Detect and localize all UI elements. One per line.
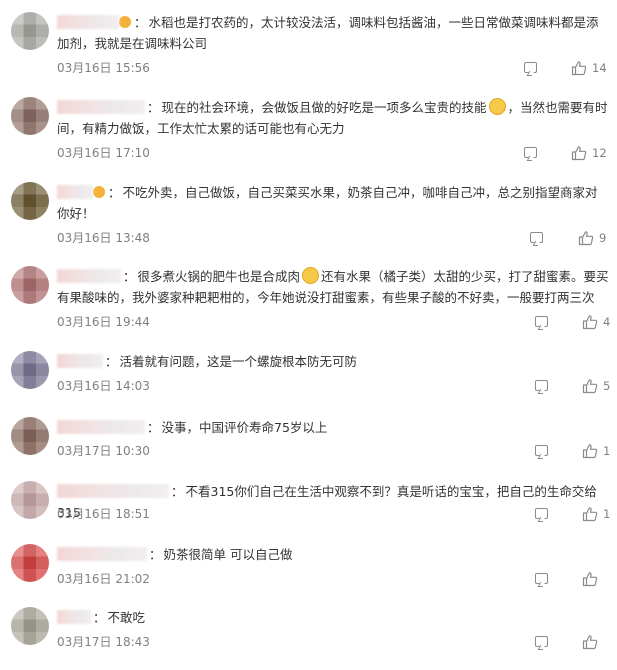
thumbs-up-icon <box>582 315 598 330</box>
thumbs-up-icon <box>571 146 587 161</box>
comment-content: 奶茶很简单 可以自己做 <box>163 547 293 562</box>
username-redacted[interactable] <box>57 269 121 283</box>
comments-page: { "comments": [ {"text": "水稻也是打农药的，太计较没法… <box>0 0 617 670</box>
username-redacted[interactable] <box>57 15 119 29</box>
comment-meta: 03月16日 15:56 14 <box>57 59 609 77</box>
like-count: 14 <box>592 61 607 75</box>
comment-text: ：奶茶很简单 可以自己做 <box>57 544 609 565</box>
thumbs-up-icon <box>582 444 598 459</box>
reply-icon[interactable] <box>535 636 548 647</box>
comment-meta: 03月16日 18:51 1 <box>57 505 611 523</box>
username-redacted[interactable] <box>57 100 145 114</box>
like-count: 9 <box>599 231 607 245</box>
like-count: 1 <box>603 444 611 458</box>
comment-text: ：没事，中国评价寿命75岁以上 <box>57 417 609 438</box>
comment-text: ：很多煮火锅的肥牛也是合成肉 还有水果（橘子类）太甜的少买，打了甜蜜素。要买有果酸… <box>57 267 609 305</box>
comment-time: 03月16日 18:51 <box>57 507 150 521</box>
reply-icon[interactable] <box>535 445 548 456</box>
comment-text: ：不敢吃 <box>57 607 609 628</box>
comment-meta: 03月16日 14:03 5 <box>57 377 611 395</box>
like-count: 1 <box>603 507 611 521</box>
comment-time: 03月16日 15:56 <box>57 61 150 75</box>
comment-content: 很多煮火锅的肥牛也是合成肉 <box>137 269 301 284</box>
avatar[interactable] <box>11 97 49 135</box>
thumbs-up-icon <box>571 61 587 76</box>
reply-icon[interactable] <box>535 316 548 327</box>
comment-content: 不吃外卖，自己做饭，自己买菜买水果，奶茶自己冲，咖啡自己冲，总之别指望商家对你好… <box>57 185 598 221</box>
reply-icon[interactable] <box>535 573 548 584</box>
comment-text: ：现在的社会环境，会做饭且做的好吃是一项多么宝贵的技能 ，当然也需要有时间，有精力… <box>57 98 608 136</box>
like-count: 4 <box>603 315 611 329</box>
reply-icon[interactable] <box>535 508 548 519</box>
comment-content: 现在的社会环境，会做饭且做的好吃是一项多么宝贵的技能 <box>161 100 487 115</box>
grin-emoji-icon <box>488 98 506 115</box>
comment-content: 不敢吃 <box>107 610 146 625</box>
like-count: 5 <box>603 379 611 393</box>
username-redacted[interactable] <box>57 547 147 561</box>
avatar[interactable] <box>11 417 49 455</box>
avatar[interactable] <box>11 351 49 389</box>
comment-text: ：水稻也是打农药的，太计较没法活，调味料包括酱油，一些日常做菜调味料都是添加剂，… <box>57 15 599 51</box>
reply-icon[interactable] <box>535 380 548 391</box>
reply-icon[interactable] <box>530 232 543 243</box>
comment-time: 03月16日 17:10 <box>57 146 150 160</box>
comment-time: 03月16日 13:48 <box>57 231 150 245</box>
like-count: 12 <box>592 146 607 160</box>
avatar[interactable] <box>11 544 49 582</box>
avatar[interactable] <box>11 607 49 645</box>
username-redacted[interactable] <box>57 354 103 368</box>
tear-emoji-icon <box>302 267 320 284</box>
comment-meta: 03月17日 18:43 <box>57 633 609 651</box>
avatar[interactable] <box>11 12 49 50</box>
avatar[interactable] <box>11 266 49 304</box>
username-redacted[interactable] <box>57 185 93 199</box>
comment-content: 没事，中国评价寿命75岁以上 <box>161 420 328 435</box>
thumbs-up-icon <box>578 231 594 246</box>
thumbs-up-icon <box>582 379 598 394</box>
comment-text: ：活着就有问题，这是一个螺旋根本防无可防 <box>57 351 609 372</box>
username-redacted[interactable] <box>57 610 91 624</box>
reply-icon[interactable] <box>524 147 537 158</box>
thumbs-up-icon <box>582 572 598 587</box>
username-redacted[interactable] <box>57 484 169 498</box>
comment-meta: 03月16日 19:44 4 <box>57 313 611 331</box>
crown-icon <box>119 16 131 28</box>
comment-time: 03月16日 21:02 <box>57 572 150 586</box>
username-redacted[interactable] <box>57 420 145 434</box>
comment-meta: 03月16日 13:48 9 <box>57 229 609 247</box>
reply-icon[interactable] <box>524 62 537 73</box>
comment-meta: 03月17日 10:30 1 <box>57 442 611 460</box>
comment-content: 活着就有问题，这是一个螺旋根本防无可防 <box>119 354 358 369</box>
thumbs-up-icon <box>582 635 598 650</box>
comment-time: 03月16日 19:44 <box>57 315 150 329</box>
comment-time: 03月17日 18:43 <box>57 635 150 649</box>
comment-meta: 03月16日 21:02 <box>57 570 609 588</box>
avatar[interactable] <box>11 481 49 519</box>
comment-meta: 03月16日 17:10 12 <box>57 144 609 162</box>
comment-time: 03月16日 14:03 <box>57 379 150 393</box>
thumbs-up-icon <box>582 507 598 522</box>
comment-time: 03月17日 10:30 <box>57 444 150 458</box>
avatar[interactable] <box>11 182 49 220</box>
comment-text: ：不吃外卖，自己做饭，自己买菜买水果，奶茶自己冲，咖啡自己冲，总之别指望商家对你… <box>57 185 598 221</box>
crown-icon <box>93 186 105 198</box>
